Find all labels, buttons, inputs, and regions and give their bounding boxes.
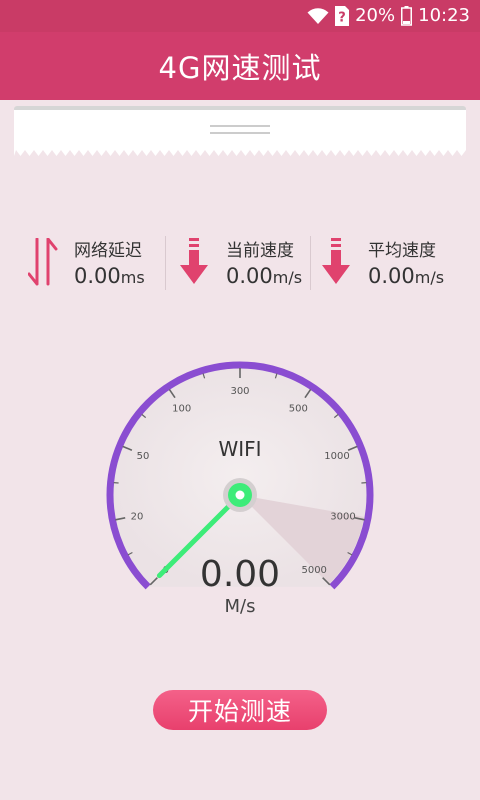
battery-icon <box>401 6 413 26</box>
metric-label: 当前速度 <box>226 241 294 261</box>
gauge-unit: M/s <box>225 596 256 617</box>
status-bar: ? 20% 10:23 <box>0 0 480 32</box>
gauge-scale-label: 300 <box>230 386 249 397</box>
svg-text:?: ? <box>338 11 346 26</box>
gauge-scale-label: 1000 <box>324 451 349 462</box>
speed-gauge: 02050100300500100030005000 WIFI 0.00 M/s <box>106 361 374 617</box>
gauge-scale-label: 5000 <box>301 565 326 576</box>
gauge-scale-label: 20 <box>131 512 144 523</box>
divider <box>165 236 166 290</box>
metric-label: 平均速度 <box>368 241 436 261</box>
download-arrow-icon <box>322 238 350 284</box>
needle-hub-center <box>235 490 245 500</box>
gauge-value: 0.00 <box>200 554 280 595</box>
clock: 10:23 <box>418 5 470 26</box>
start-test-button[interactable]: 开始测速 <box>153 690 327 730</box>
download-arrow-icon <box>180 238 208 284</box>
latency-arrows-icon <box>28 238 58 286</box>
drag-handle-icon[interactable] <box>210 125 270 127</box>
metric-label: 网络延迟 <box>74 241 142 261</box>
app-title: 4G网速测试 <box>158 51 322 85</box>
metric-value: 0.00m/s <box>226 264 303 288</box>
gauge-network: WIFI <box>218 437 261 461</box>
gauge-scale-label: 50 <box>137 451 150 462</box>
info-panel <box>14 106 466 156</box>
divider <box>310 236 311 290</box>
sim-icon: ? <box>335 6 350 26</box>
app-bar: 4G网速测试 <box>0 32 480 100</box>
status-icons: ? 20% 10:23 <box>307 0 470 32</box>
metrics-row: 网络延迟 0.00ms 当前速度 0.00m/s 平均速度 0.00m/s <box>0 228 480 298</box>
gauge-scale-label: 500 <box>289 404 308 415</box>
gauge-scale-label: 3000 <box>330 512 355 523</box>
metric-value: 0.00m/s <box>368 264 445 288</box>
wifi-icon <box>307 8 329 24</box>
metric-value: 0.00ms <box>74 264 145 288</box>
gauge-scale-label: 100 <box>172 404 191 415</box>
battery-percent: 20% <box>355 5 396 26</box>
